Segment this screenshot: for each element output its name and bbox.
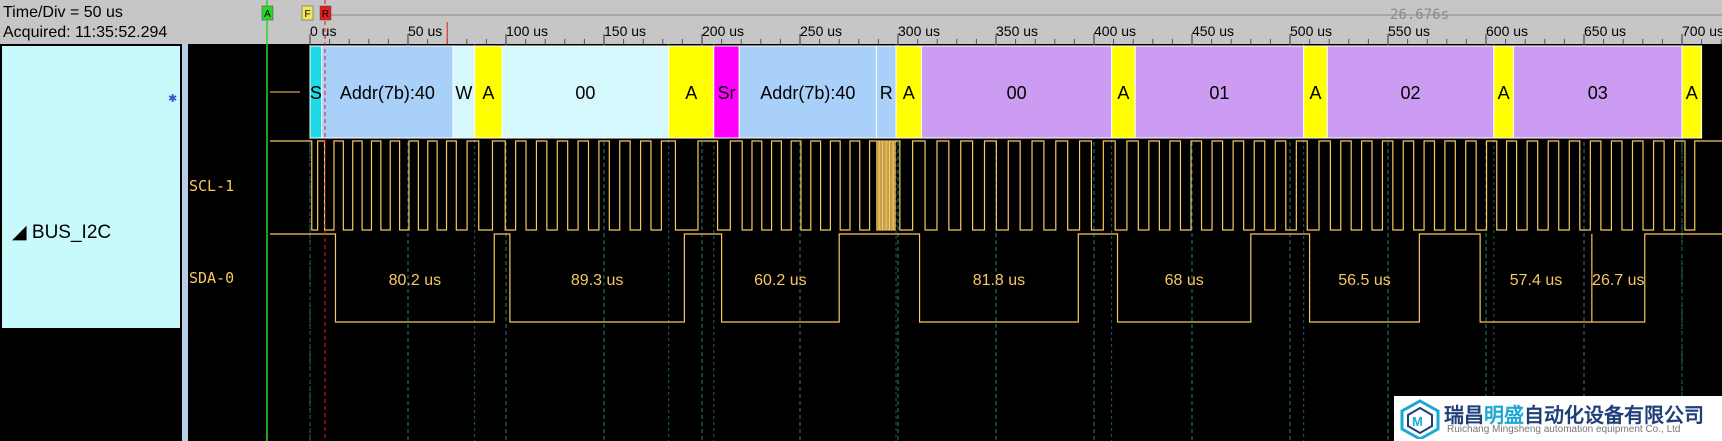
decode-segment [738, 45, 877, 139]
signal-label-scl[interactable]: SCL-1 [189, 177, 234, 195]
pulse-width-label: 57.4 us [1510, 272, 1562, 289]
decode-label: Addr(7b):40 [760, 83, 855, 103]
i2c-decode-row: S Addr(7b):40 W A 00 A Sr Addr(7b):40 R A 00 A 01 A 02… [270, 45, 1703, 139]
cursor-markers[interactable]: AFR [261, 0, 1722, 441]
decode-label: 03 [1588, 83, 1608, 103]
bus-entry[interactable]: ◢ BUS_I2C I2C ✱ [2, 46, 180, 370]
sda-trace: 80.2 us 89.3 us 60.2 us 81.8 us 68 us 56.5 us… [270, 233, 1722, 323]
decode-segment [1512, 45, 1683, 139]
pulse-width-label: 56.5 us [1338, 272, 1390, 289]
hexagon-logo-icon: M [1400, 399, 1440, 439]
ruler-tick-label: 250 us [800, 23, 842, 39]
decode-segment [921, 45, 1113, 139]
scl-waveform [270, 140, 1722, 231]
pulse-width-label: 26.7 us [1592, 272, 1644, 289]
ruler-tick-label: 300 us [898, 23, 940, 39]
decode-label: A [1686, 83, 1698, 103]
decode-label: Addr(7b):40 [340, 83, 435, 103]
pulse-width-label: 68 us [1165, 272, 1204, 289]
decode-label: Sr [718, 83, 736, 103]
time-ruler[interactable]: 0 us 50 us 100 us 150 us 200 us 250 us 300 us 3… [270, 0, 1722, 44]
pulse-width-label: 80.2 us [389, 272, 441, 289]
time-gridlines [309, 44, 1683, 441]
decode-label: 00 [575, 83, 595, 103]
signal-label-column [188, 44, 268, 441]
decode-segment [309, 45, 323, 139]
company-logo: M 瑞昌明盛自动化设备有限公司 Ruichang Mingsheng autom… [1394, 396, 1722, 441]
decode-label: 00 [1007, 83, 1027, 103]
decode-label: 01 [1209, 83, 1229, 103]
decode-label: R [880, 83, 893, 103]
pulse-width-label: 89.3 us [571, 272, 623, 289]
ruler-tick-label: 350 us [996, 23, 1038, 39]
scl-trace [270, 140, 1722, 231]
acquired-timestamp: Acquired: 11:35:52.294 [3, 24, 168, 41]
bus-type: I2C [157, 353, 181, 370]
gear-icon[interactable]: ✱ [168, 92, 177, 105]
ruler-tick-label: 400 us [1094, 23, 1136, 39]
ruler-tick-label: 150 us [604, 23, 646, 39]
ruler-tick-label: 450 us [1192, 23, 1234, 39]
signal-label-sda[interactable]: SDA-0 [189, 269, 234, 287]
decode-label: W [455, 83, 472, 103]
decode-segment [875, 45, 897, 139]
company-name-en: Ruichang Mingsheng automation equipment … [1447, 424, 1681, 435]
decode-label: S [310, 83, 322, 103]
bus-name[interactable]: ◢ BUS_I2C [12, 221, 111, 244]
ruler-tick-label: 700 us [1682, 23, 1722, 39]
ruler-tick-label: 100 us [506, 23, 548, 39]
time-div-readout[interactable]: Time/Div = 50 us [3, 4, 123, 22]
decode-segment [1326, 45, 1495, 139]
svg-text:M: M [1412, 414, 1423, 429]
decode-label: A [1117, 83, 1129, 103]
decode-segment [501, 45, 670, 139]
ruler-tick-label: 0 us [310, 23, 336, 39]
decode-label: A [482, 83, 494, 103]
decode-label: A [685, 83, 697, 103]
decode-segment [1681, 45, 1703, 139]
cursor-delta: 26.676s [1390, 7, 1449, 23]
decode-label: 02 [1401, 83, 1421, 103]
decode-segment [895, 45, 923, 139]
ruler-tick-label: 50 us [408, 23, 442, 39]
decode-segment [713, 45, 740, 139]
decode-segment [1303, 45, 1328, 139]
decode-label: A [1309, 83, 1321, 103]
decode-segment [668, 45, 715, 139]
decode-label: A [903, 83, 915, 103]
collapse-triangle-icon[interactable]: ◢ [12, 222, 27, 243]
ruler-tick-label: 600 us [1486, 23, 1528, 39]
ruler-tick-label: 550 us [1388, 23, 1430, 39]
top-info-bar: Time/Div = 50 us Acquired: 11:35:52.294 … [0, 0, 1722, 44]
decode-segment [1493, 45, 1514, 139]
decode-segment [1111, 45, 1136, 139]
decode-segment [474, 45, 503, 139]
decode-segment [321, 45, 454, 139]
pulse-width-label: 60.2 us [754, 272, 806, 289]
pulse-width-label: 81.8 us [973, 272, 1025, 289]
decode-segment [1134, 45, 1305, 139]
ruler-tick-label: 200 us [702, 23, 744, 39]
sda-waveform [270, 233, 1722, 323]
ruler-tick-label: 650 us [1584, 23, 1626, 39]
decode-label: A [1498, 83, 1510, 103]
decode-segment [452, 45, 476, 139]
ruler-tick-label: 500 us [1290, 23, 1332, 39]
